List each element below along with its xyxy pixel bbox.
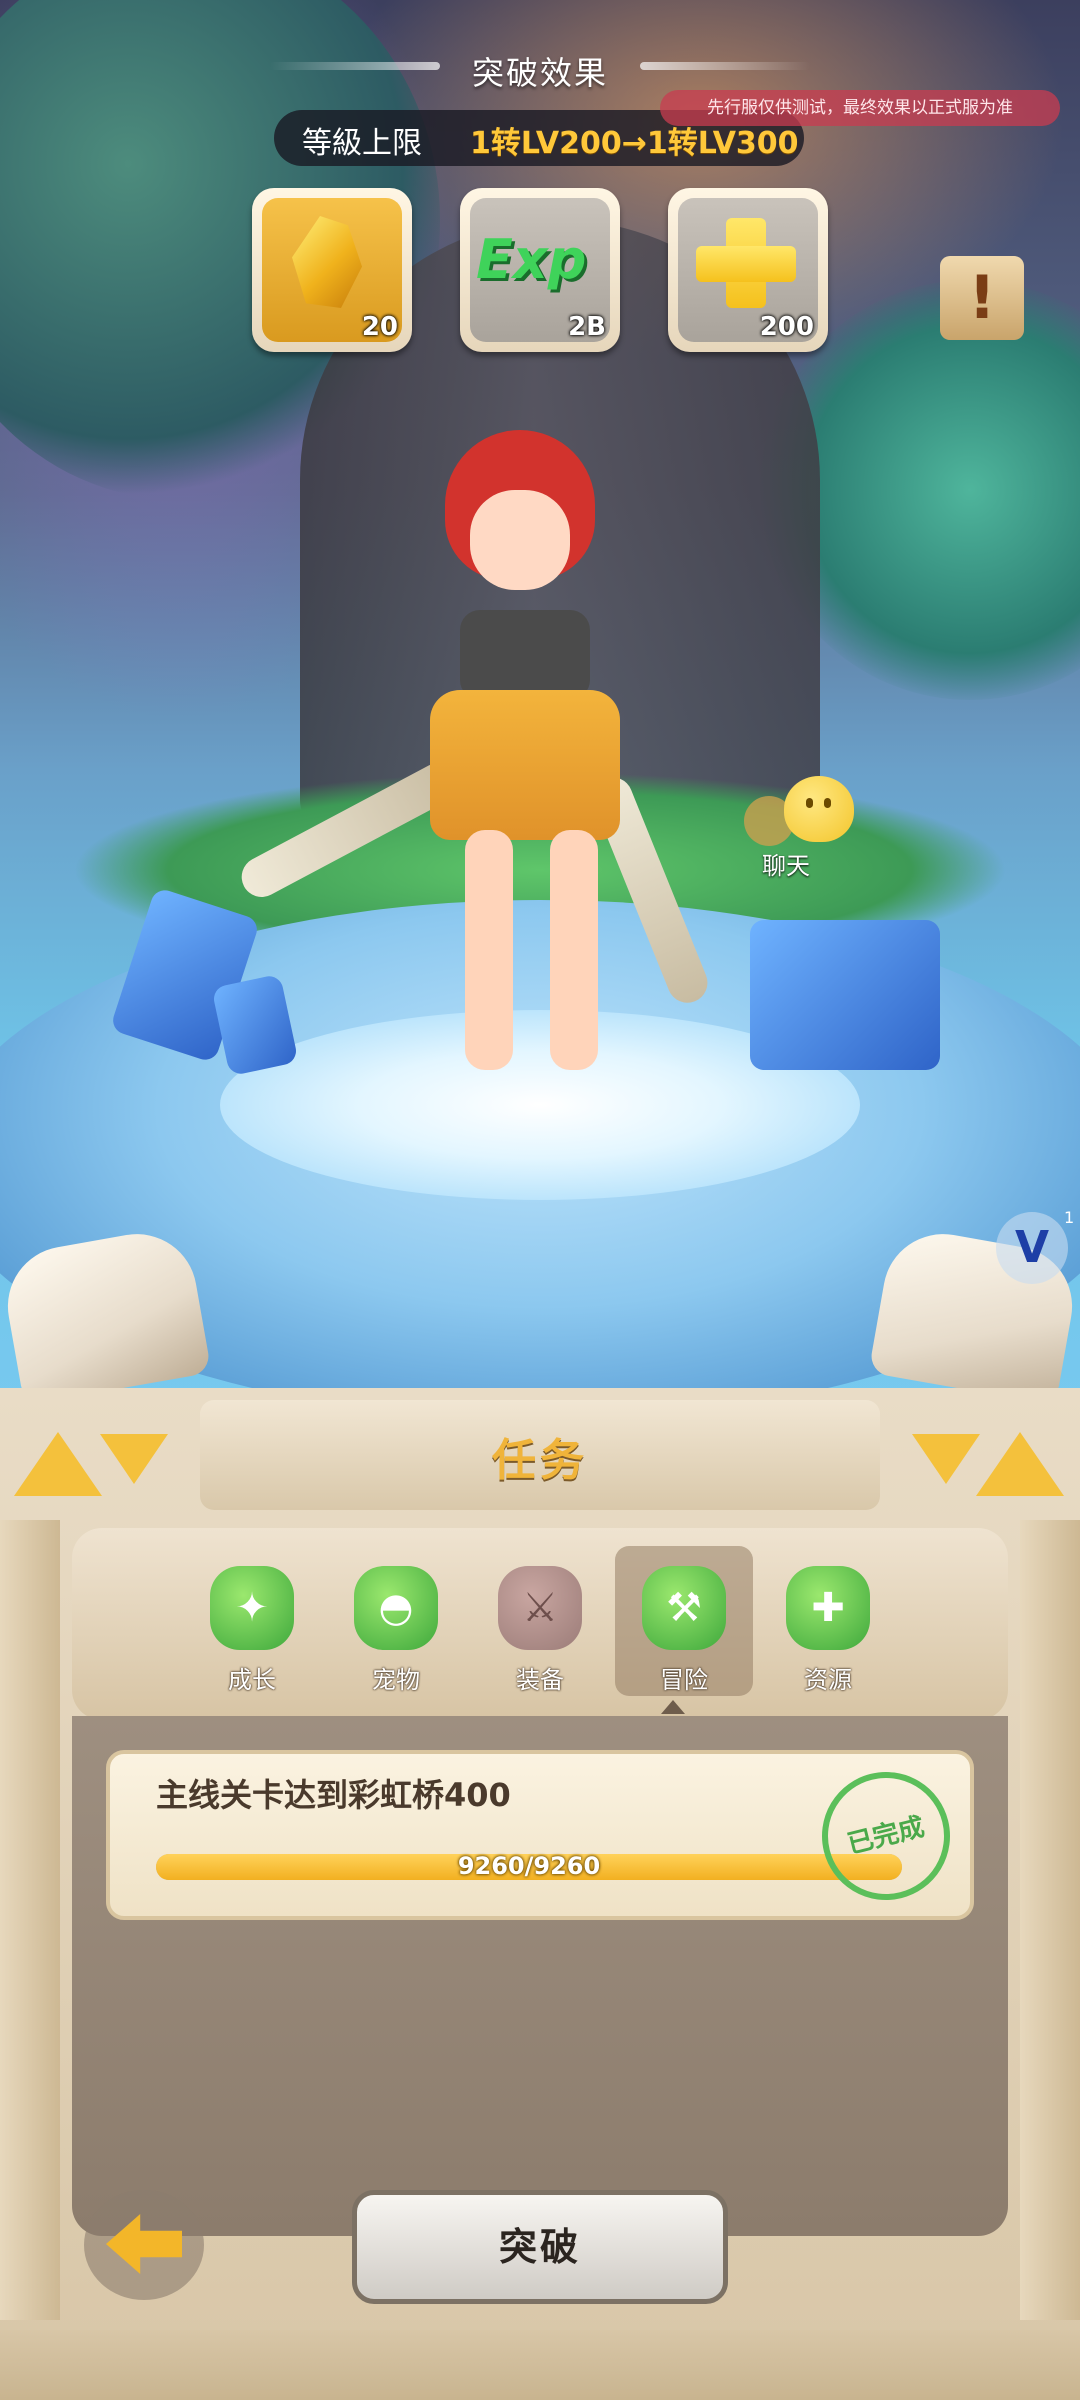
tab-pet[interactable]: ◓ 宠物 — [327, 1546, 465, 1696]
breakthrough-effect-title: 突破效果 — [471, 54, 608, 92]
adventure-icon: ⚒ — [642, 1566, 726, 1650]
reward-quantity: 200 — [759, 312, 814, 342]
reward-quantity: 20 — [361, 312, 398, 342]
emoji-eye-right — [824, 798, 831, 808]
triangle-down-icon-right — [912, 1434, 980, 1484]
vip-badge-count: 1 — [1064, 1208, 1075, 1227]
task-progress-text: 9260/9260 — [457, 1852, 601, 1880]
reward-quantity: 2B — [568, 312, 606, 342]
tab-label: 装备 — [516, 1666, 564, 1694]
exp-icon: Exp — [476, 228, 587, 291]
emoji-eye-left — [806, 798, 813, 808]
active-tab-caret — [661, 1700, 685, 1714]
panel-pillar-left — [0, 1520, 60, 2320]
blue-rune-stone — [750, 920, 940, 1070]
character-leg-right — [550, 830, 598, 1070]
breakthrough-button[interactable]: 突破 — [352, 2190, 728, 2304]
character-top — [460, 610, 590, 700]
tab-growth[interactable]: ✦ 成长 — [183, 1546, 321, 1696]
task-description: 主线关卡达到彩虹桥400 — [156, 1776, 511, 1814]
level-cap-label: 等級上限 — [302, 126, 422, 161]
character-tiger-skirt — [430, 690, 620, 840]
vip-badge-icon[interactable]: V — [996, 1212, 1068, 1284]
character-face — [470, 490, 570, 590]
chat-emoji-icon[interactable] — [784, 776, 854, 842]
pet-icon: ◓ — [354, 1566, 438, 1650]
panel-pillar-right — [1020, 1520, 1080, 2320]
triangle-down-icon-left — [100, 1434, 168, 1484]
player-character[interactable] — [234, 430, 714, 1090]
reward-slot-exp[interactable]: Exp 2B — [460, 188, 620, 352]
alert-scroll-icon[interactable]: ! — [940, 256, 1024, 340]
tab-label: 冒险 — [660, 1666, 708, 1694]
equipment-icon: ⚔ — [498, 1566, 582, 1650]
chat-label[interactable]: 聊天 — [762, 846, 810, 881]
reward-slot-crystal[interactable]: 20 — [252, 188, 412, 352]
triangle-up-icon-left — [14, 1432, 102, 1496]
reward-slot-plus[interactable]: 200 — [668, 188, 828, 352]
tab-label: 资源 — [804, 1666, 852, 1694]
tab-equipment[interactable]: ⚔ 装备 — [471, 1546, 609, 1696]
character-leg-left — [465, 830, 513, 1070]
triangle-up-icon-right — [976, 1432, 1064, 1496]
tab-adventure[interactable]: ⚒ 冒险 — [615, 1546, 753, 1696]
tab-resource[interactable]: ✚ 资源 — [759, 1546, 897, 1696]
tab-label: 成长 — [228, 1666, 276, 1694]
yellow-plus-icon — [696, 218, 796, 308]
growth-icon: ✦ — [210, 1566, 294, 1650]
panel-footer — [0, 2330, 1080, 2400]
test-server-notice: 先行服仅供测试，最终效果以正式服为准 — [660, 90, 1060, 126]
resource-bone-icon: ✚ — [786, 1566, 870, 1650]
tab-label: 宠物 — [372, 1666, 420, 1694]
